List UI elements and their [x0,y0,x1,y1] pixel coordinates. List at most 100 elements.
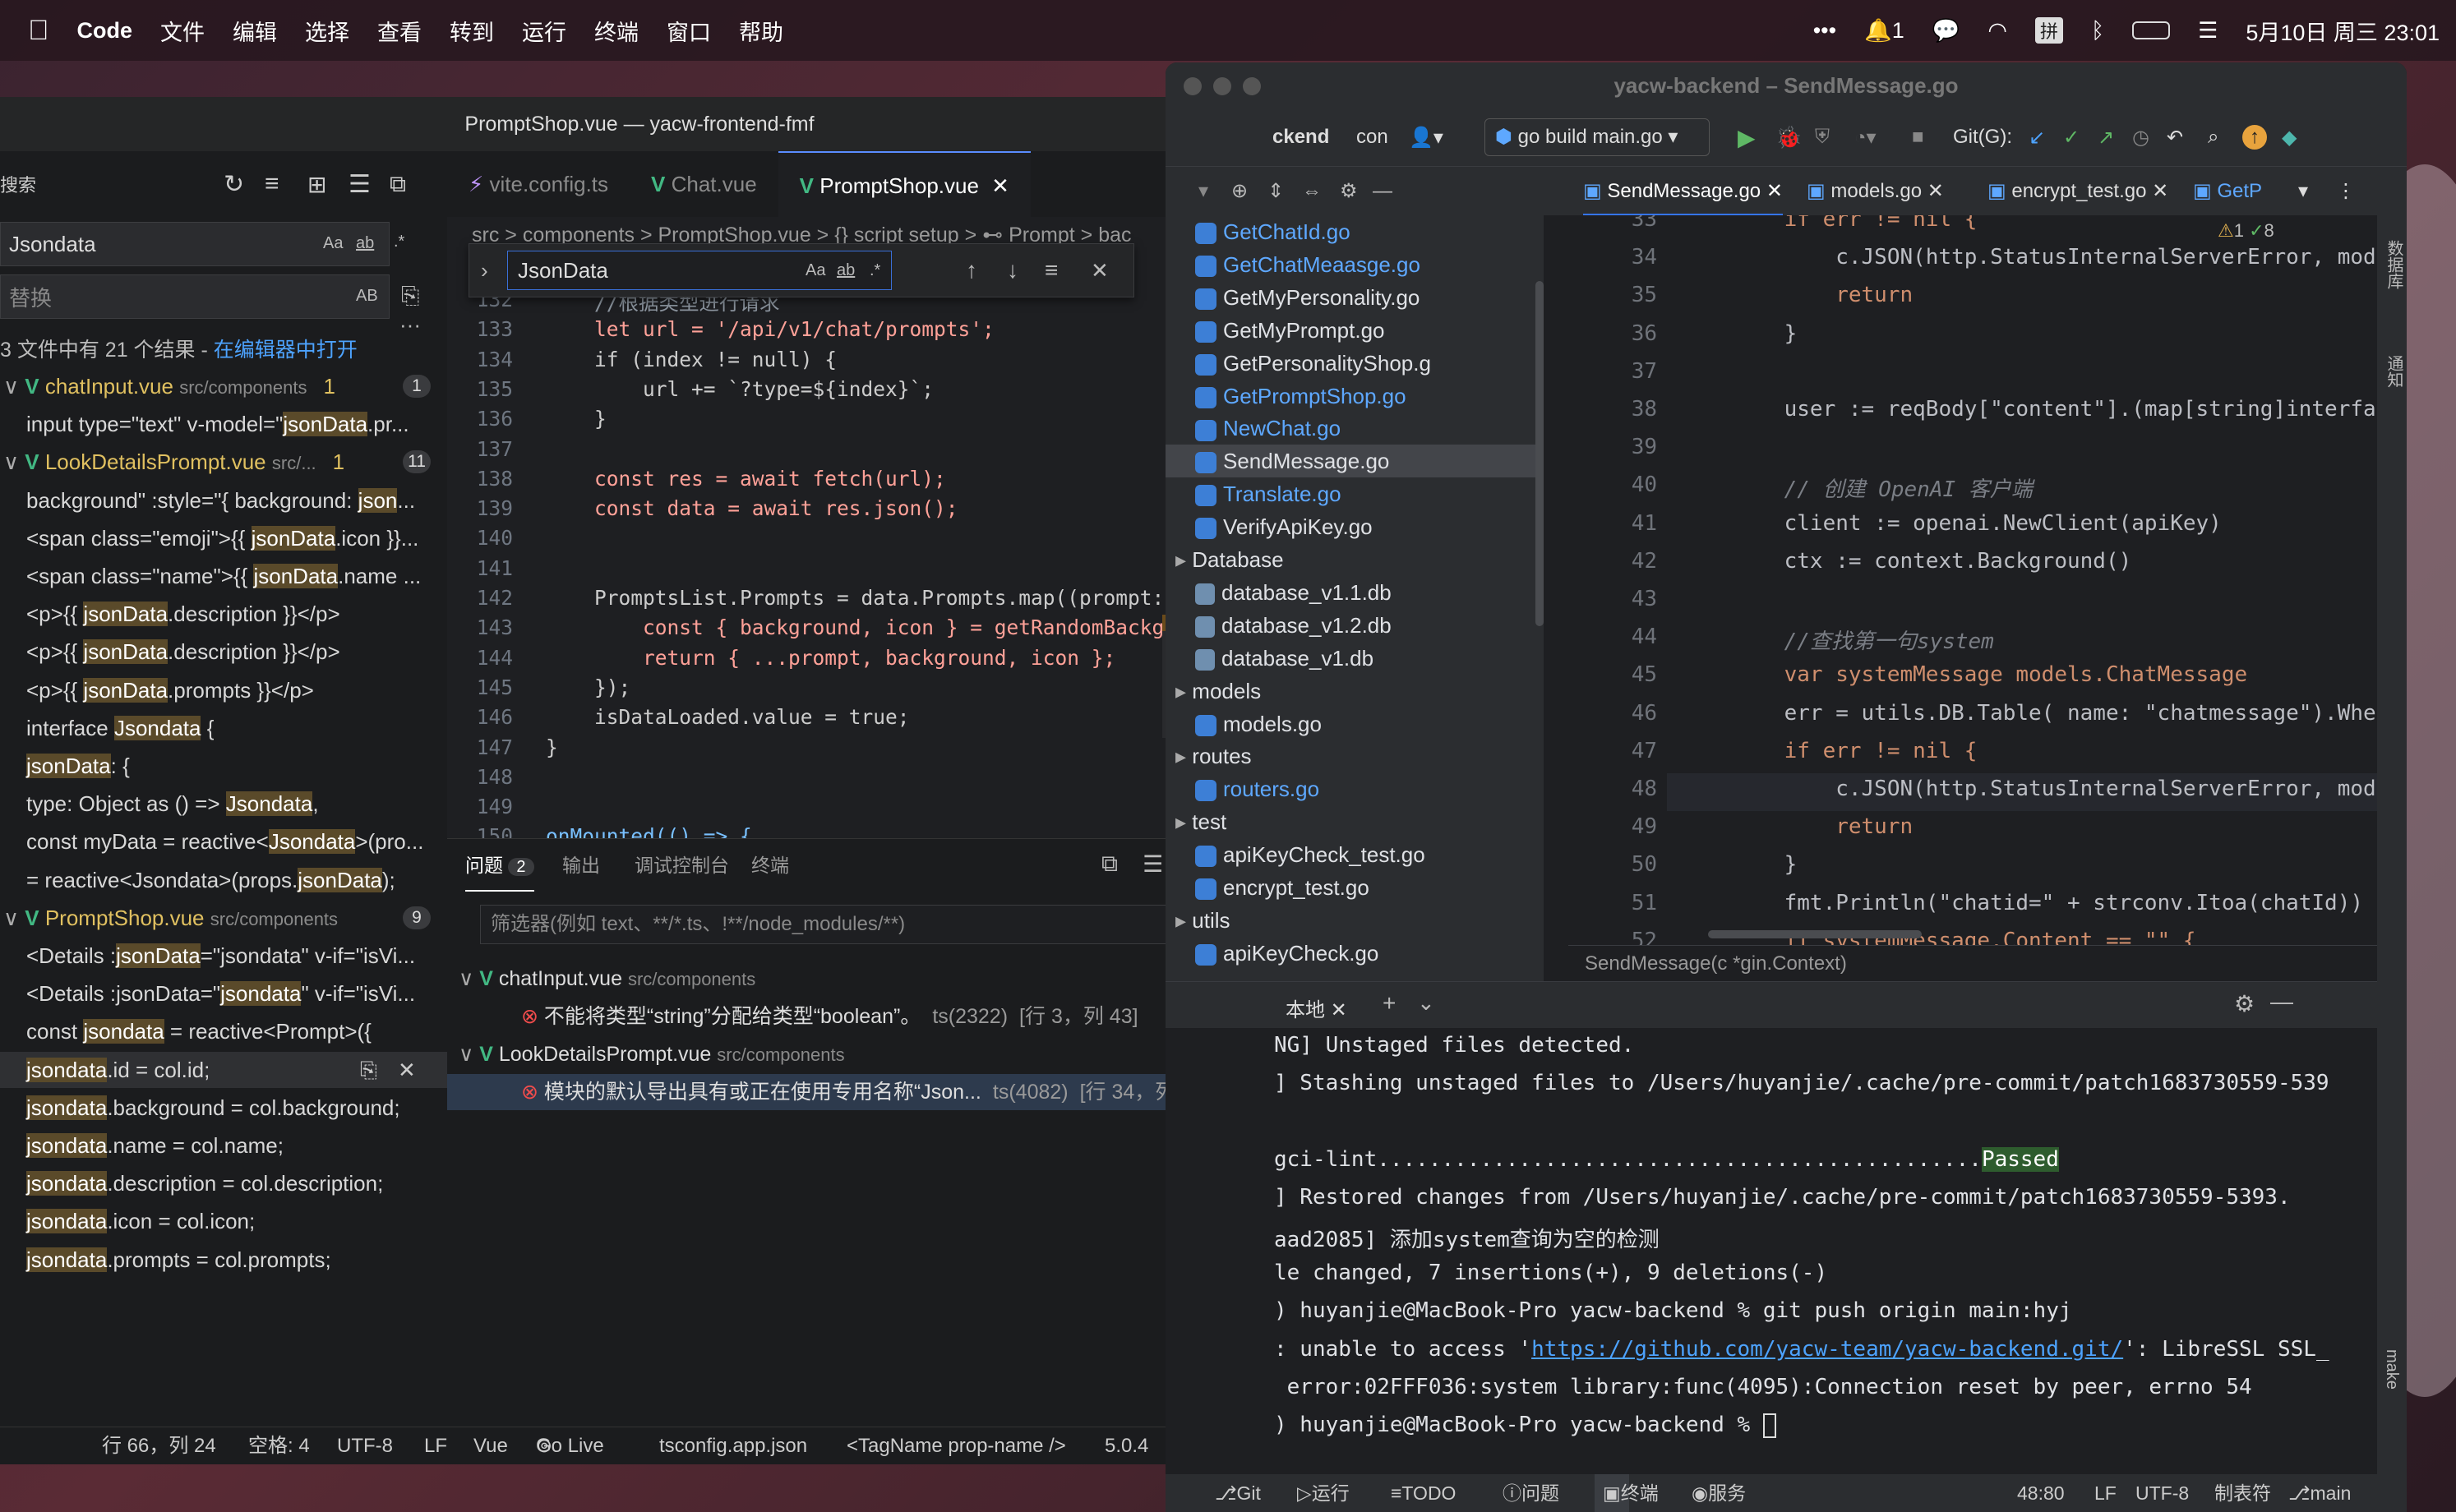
tree-item[interactable]: apiKeyCheck_test.go [1195,838,1425,871]
problem-item[interactable]: ⊗ 模块的默认导出具有或正在使用专用名称“Json... ts(4082) [行 3… [447,1074,1279,1110]
tree-scrollbar[interactable] [1535,281,1544,626]
result-match[interactable]: <p>{{ jsonData.description }}</p> [0,596,447,632]
result-match[interactable]: = reactive<Jsondata>(props.jsonData); [0,862,447,898]
regex-toggle[interactable]: .* [394,233,404,251]
terminal-options-icon[interactable]: ⌄ [1417,990,1435,1016]
git-commit-icon[interactable]: ✓ [2063,126,2080,150]
code-line[interactable]: } [546,735,558,759]
result-match[interactable]: <p>{{ jsonData.prompts }}</p> [0,672,447,708]
code-line[interactable]: var systemMessage models.ChatMessage [1733,662,2248,687]
code-line[interactable]: const res = await fetch(url); [546,467,946,491]
next-match-icon[interactable]: ↓ [1007,257,1018,284]
git-update-icon[interactable]: ↙ [2029,126,2045,150]
code-line[interactable]: PromptsList.Prompts = data.Prompts.map((… [546,586,1162,610]
tab-debug-console[interactable]: 调试控制台 [635,839,729,892]
replace-icon[interactable]: ⎘ [360,1052,377,1088]
result-match[interactable]: interface Jsondata { [0,710,447,746]
code-editor[interactable]: 132 //根据类型进行请求 133 let url = '/api/v1/cha… [447,294,1162,838]
find-input[interactable]: JsonData Aa ab .* [507,251,892,290]
dismiss-icon[interactable]: ✕ [398,1052,416,1088]
add-terminal-icon[interactable]: + [1383,990,1396,1016]
clock[interactable]: 5月10日 周三 23:01 [2246,15,2440,47]
horizontal-scrollbar[interactable] [1708,930,1922,938]
input-method-icon[interactable]: 拼 [2034,17,2063,44]
git-branch[interactable]: ⎇ main [2288,1474,2351,1512]
menu-help[interactable]: 帮助 [739,15,783,47]
collapse-all-icon[interactable]: ☰ [1143,850,1163,878]
code-line[interactable]: err = utils.DB.Table( name: "chatmessage… [1733,701,2390,726]
code-line[interactable]: } [1733,852,1798,877]
result-match[interactable]: const jsondata = reactive<Prompt>({ [0,1013,447,1049]
result-match[interactable]: jsondata.prompts = col.prompts; [0,1242,447,1278]
git-push-icon[interactable]: ↗ [2098,126,2114,150]
toggle-replace-icon[interactable]: › [481,258,488,284]
match-case-toggle[interactable]: Aa [323,234,343,253]
encoding[interactable]: UTF-8 [2135,1474,2189,1512]
result-match[interactable]: const myData = reactive<Jsondata>(pro... [0,823,447,860]
tool-problems[interactable]: ⓘ 问题 [1503,1474,1559,1512]
problem-item[interactable]: ⊗ 不能将类型“string”分配给类型“boolean”。 ts(2322) [行… [447,998,1279,1035]
line-ending[interactable]: LF [424,1427,447,1464]
tree-item[interactable]: database_v1.2.db [1195,609,1392,642]
language-mode[interactable]: Vue [473,1427,508,1464]
tree-item[interactable]: apiKeyCheck.go [1195,937,1378,970]
tree-item[interactable]: database_v1.db [1195,642,1373,675]
chevron-down-icon[interactable]: ∨ [3,906,25,930]
debug-icon[interactable]: 🐞 [1775,125,1802,150]
chevron-down-icon[interactable]: ∨ [459,967,479,990]
rollback-icon[interactable]: ↶ [2167,126,2183,150]
tab-problems[interactable]: 问题 2 [465,839,534,892]
whole-word-toggle[interactable]: ab [837,251,855,289]
collapse-all-icon[interactable]: ⇔ [1302,167,1322,216]
cursor-position[interactable]: 行 66，列 24 [102,1427,216,1464]
tab-sendmessage-go[interactable]: ▣ SendMessage.go ✕ [1583,167,1783,216]
code-line[interactable]: if (index != null) { [546,348,837,371]
result-match[interactable]: type: Object as () => Jsondata, [0,786,447,822]
code-line[interactable]: } [546,407,607,431]
tool-run[interactable]: ▷ 运行 [1297,1474,1350,1512]
code-line[interactable]: return { ...prompt, background, icon }; [546,646,1115,670]
tree-item[interactable]: NewChat.go [1195,412,1341,445]
result-match[interactable]: jsonData: { [0,748,447,784]
previous-match-icon[interactable]: ↑ [966,257,977,284]
code-line[interactable]: let url = '/api/v1/chat/prompts'; [546,317,995,341]
chevron-down-icon[interactable]: ∨ [3,374,25,399]
tab-list-icon[interactable]: ▾ [2298,167,2308,216]
code-line[interactable]: // 创建 OpenAI 客户端 [1733,472,2033,503]
code-line[interactable]: url += `?type=${index}`; [546,377,934,401]
history-icon[interactable]: ◷ [2132,126,2149,150]
make-tool[interactable]: make [2382,1349,2401,1390]
problems-filter-input[interactable]: 筛选器(例如 text、**/*.ts、!**/node_modules/**)… [480,905,1244,944]
tree-item[interactable]: ▸ Database [1175,543,1284,576]
tree-item[interactable]: ▸ test [1175,805,1226,838]
locate-icon[interactable]: ⊕ [1231,167,1248,216]
code-line[interactable]: if err != nil { [1733,215,1978,232]
bluetooth-icon[interactable]: ᛒ [2091,18,2104,44]
branch-widget[interactable]: con [1356,126,1388,149]
menu-edit[interactable]: 编辑 [233,15,277,47]
tree-item[interactable]: GetMyPersonality.go [1195,281,1420,314]
collapse-all-icon[interactable]: ☰ [349,170,371,199]
result-match[interactable]: <span class="emoji">{{ jsonData.icon }}.… [0,520,447,556]
preserve-case-toggle[interactable]: AB [356,287,378,306]
notifications-tool[interactable]: 通知 [2382,355,2406,388]
menu-window[interactable]: 窗口 [667,15,711,47]
goland-logo-icon[interactable]: ◆ [2282,126,2297,150]
line-ending[interactable]: LF [2094,1474,2117,1512]
code-line[interactable]: const data = await res.json(); [546,496,958,520]
tree-item[interactable]: GetMyPrompt.go [1195,314,1385,347]
update-icon[interactable]: ↑ [2242,125,2267,150]
more-icon[interactable]: ⋮ [2336,167,2356,216]
tool-todo[interactable]: ≡ TODO [1391,1474,1456,1512]
close-window-button[interactable] [1184,77,1202,95]
code-line[interactable]: user := reqBody["content"].(map[string]i… [1733,397,2390,422]
database-tool[interactable]: 数据库 [2382,240,2406,289]
refresh-icon[interactable]: ↻ [224,170,244,199]
app-name[interactable]: Code [77,18,133,44]
close-tab-icon[interactable]: ✕ [991,173,1009,198]
code-editor[interactable]: ⚠1 ✓8 33 if err != nil {34 c.JSON(http.St… [1568,215,2390,971]
problem-file[interactable]: ∨ V chatInput.vue src/components1 [447,961,1279,997]
tree-item[interactable]: VerifyApiKey.go [1195,510,1373,543]
result-match[interactable]: jsondata.icon = col.icon; [0,1203,447,1239]
ts-version[interactable]: 5.0.4 [1105,1427,1148,1464]
